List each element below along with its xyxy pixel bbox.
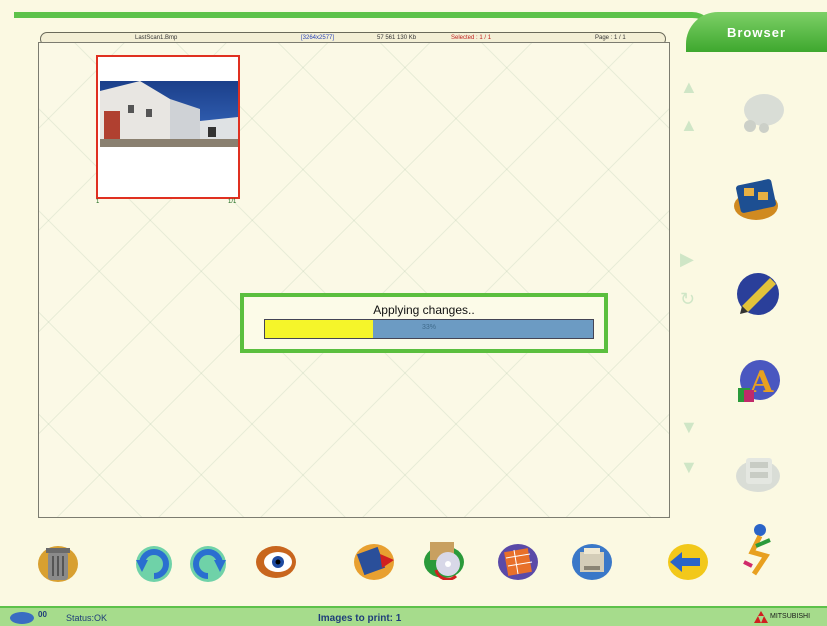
top-arc-border (14, 12, 714, 34)
export-image-icon[interactable] (352, 538, 396, 582)
scroll-up-icon[interactable]: ▲ (680, 116, 698, 134)
info-filename: LastScan1.Bmp (135, 35, 178, 41)
page-last-down-icon[interactable]: ▼ (680, 458, 698, 476)
thumbnail-photo (100, 81, 238, 147)
rotate-right-icon[interactable] (186, 542, 230, 586)
status-text: Status:OK (66, 613, 108, 623)
photo-album-icon[interactable] (732, 176, 780, 224)
scroll-down-icon[interactable]: ▼ (680, 418, 698, 436)
trash-icon[interactable] (36, 540, 80, 584)
info-selected: Selected : 1 / 1 (451, 35, 492, 41)
image-thumbnail[interactable] (96, 55, 240, 199)
status-bar: 00 Status:OK Images to print: 1 MITSUBIS… (0, 606, 827, 626)
layout-template-icon[interactable] (734, 448, 782, 496)
progress-label: Applying changes.. (373, 303, 475, 317)
mascot-figure-icon[interactable] (738, 522, 782, 576)
cd-burn-icon[interactable] (422, 536, 466, 581)
text-font-icon[interactable]: A (732, 358, 780, 406)
tab-browser-label: Browser (726, 24, 787, 40)
multi-print-layout-icon[interactable] (496, 540, 540, 584)
edit-pen-icon[interactable] (734, 270, 782, 318)
info-page: Page : 1 / 1 (595, 35, 626, 41)
back-arrow-icon[interactable] (666, 540, 710, 584)
rotate-left-icon[interactable] (132, 542, 176, 586)
progress-percent: 33% (421, 324, 436, 331)
images-to-print: Images to print: 1 (318, 613, 402, 624)
progress-dialog: Applying changes.. 33% (240, 293, 608, 353)
thumbnail-index: 1 (96, 199, 100, 205)
mitsubishi-logo-icon (754, 611, 768, 625)
status-logo-icon (8, 610, 36, 626)
info-filesize: 57 561 130 Kb (377, 35, 417, 41)
tab-browser[interactable]: Browser (686, 12, 827, 52)
speech-bubble-icon[interactable] (738, 90, 786, 138)
progress-bar: 33% (264, 319, 594, 339)
refresh-icon[interactable]: ↻ (680, 290, 695, 308)
info-dimensions: [3264x2577] (301, 35, 335, 41)
printer-icon[interactable] (570, 540, 614, 584)
status-code: 00 (38, 610, 47, 619)
thumbnail-selected-marker: 1/1 (228, 199, 237, 205)
brand-name: MITSUBISHI (770, 613, 811, 620)
page-first-up-icon[interactable]: ▲ (680, 78, 698, 96)
play-right-icon[interactable]: ▶ (680, 250, 694, 268)
view-eye-icon[interactable] (254, 540, 298, 584)
right-toolbar: ▲ ▲ ▶ ↻ ▼ ▼ A (680, 52, 827, 522)
